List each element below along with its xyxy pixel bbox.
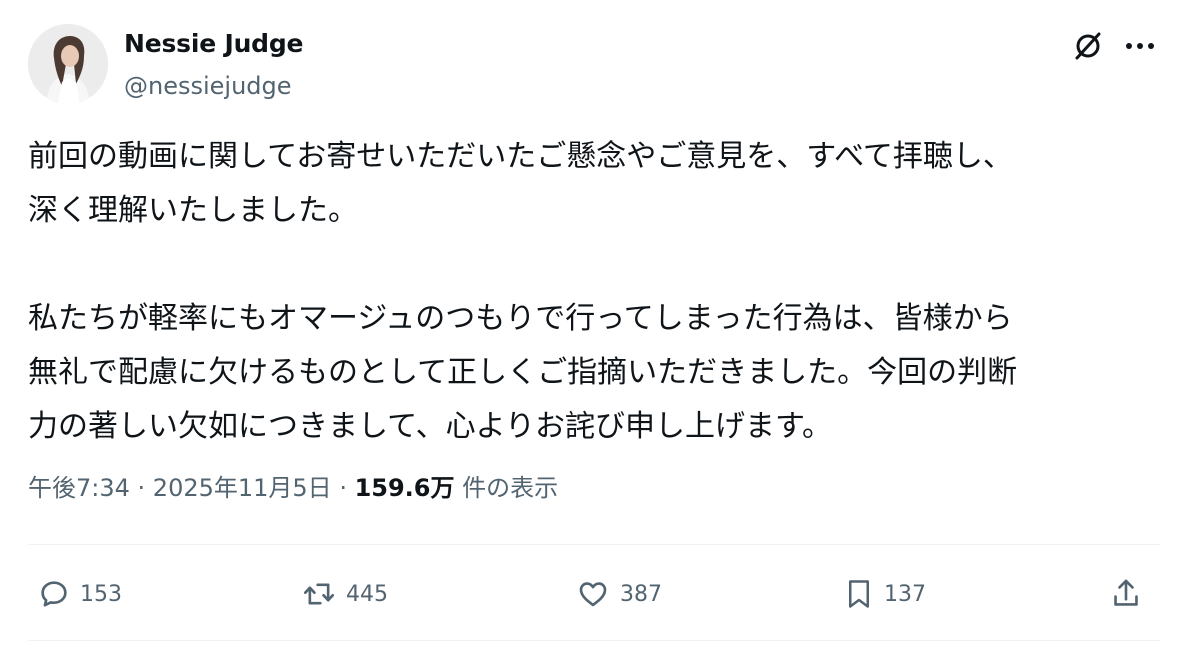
reply-count: 153 bbox=[80, 581, 122, 607]
more-icon-glyph bbox=[1126, 43, 1154, 49]
tweet-time[interactable]: 午後7:34 bbox=[28, 474, 130, 502]
grok-icon-glyph bbox=[1075, 32, 1101, 60]
retweet-count: 445 bbox=[346, 581, 388, 607]
retweet-icon bbox=[303, 583, 335, 605]
author-handle[interactable]: @nessiejudge bbox=[124, 68, 292, 104]
tweet-text: 前回の動画に関してお寄せいただいたご懸念やご意見を、すべて拝聴し、 深く理解いた… bbox=[28, 139, 1018, 444]
bookmark-count: 137 bbox=[884, 581, 926, 607]
bookmark-icon bbox=[849, 580, 869, 608]
views-label: 件の表示 bbox=[454, 474, 559, 502]
avatar-photo bbox=[28, 24, 108, 104]
heart-icon bbox=[579, 582, 607, 607]
retweet-button[interactable]: 445 bbox=[302, 574, 388, 614]
share-button[interactable] bbox=[1110, 574, 1142, 614]
like-count: 387 bbox=[620, 581, 662, 607]
reply-button[interactable]: 153 bbox=[38, 574, 122, 614]
bookmark-button[interactable]: 137 bbox=[844, 574, 926, 614]
tweet-card: Nessie Judge @nessiejudge 前回の動画に関してお寄せいた… bbox=[0, 0, 1192, 660]
views-count[interactable]: 159.6万 bbox=[355, 474, 455, 502]
tweet-metadata: 午後7:34 · 2025年11月5日 · 159.6万 件の表示 bbox=[28, 468, 558, 508]
author-display-name[interactable]: Nessie Judge bbox=[124, 26, 304, 62]
divider bbox=[28, 544, 1160, 545]
like-button[interactable]: 387 bbox=[576, 574, 662, 614]
avatar[interactable] bbox=[28, 24, 108, 104]
meta-separator: · bbox=[331, 474, 355, 502]
reply-icon bbox=[41, 581, 67, 607]
tweet-date[interactable]: 2025年11月5日 bbox=[153, 474, 332, 502]
share-icon bbox=[1114, 579, 1138, 606]
grok-icon[interactable] bbox=[1068, 26, 1108, 66]
meta-separator: · bbox=[129, 474, 153, 502]
divider bbox=[28, 640, 1160, 641]
more-icon[interactable] bbox=[1120, 26, 1160, 66]
